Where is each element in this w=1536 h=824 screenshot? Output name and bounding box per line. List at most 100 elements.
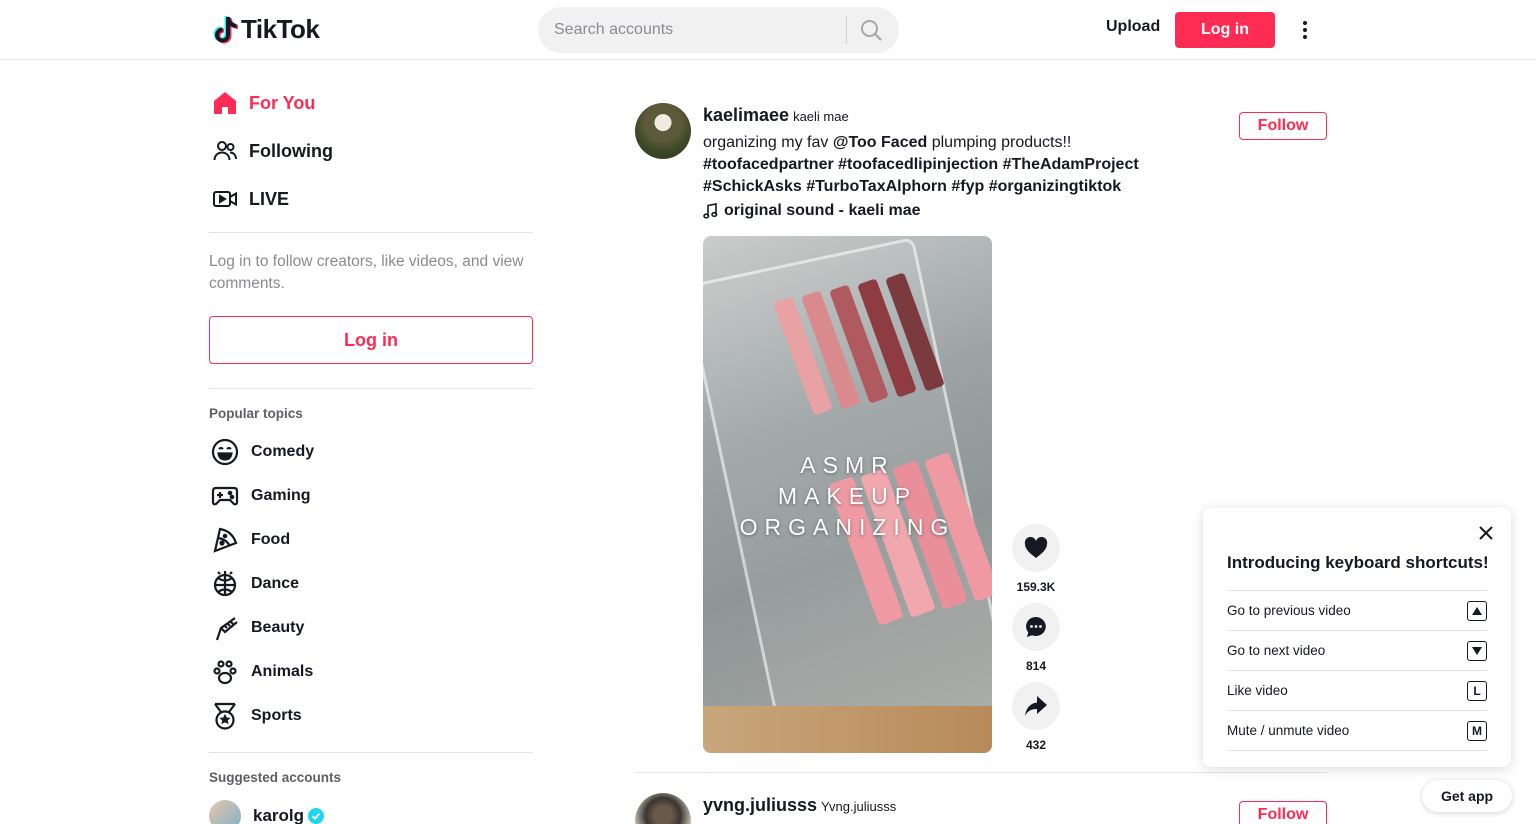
sidebar-divider — [209, 388, 533, 389]
get-app-button[interactable]: Get app — [1422, 780, 1512, 812]
comment-action[interactable]: 814 — [1012, 603, 1060, 673]
music-title: original sound - kaeli mae — [724, 202, 921, 219]
more-menu-button[interactable] — [1294, 18, 1316, 42]
upload-button[interactable]: Upload — [1098, 16, 1168, 38]
shortcut-label: Like video — [1227, 683, 1288, 698]
author-avatar[interactable] — [635, 103, 691, 159]
sidebar: For You Following LIVE Log in to follow … — [209, 60, 533, 824]
topic-label: Comedy — [251, 443, 315, 460]
animals-icon — [209, 656, 241, 688]
topic-sports[interactable]: Sports — [209, 698, 302, 734]
close-icon — [1479, 526, 1493, 540]
popular-topics-title: Popular topics — [209, 406, 303, 421]
share-action[interactable]: 432 — [1012, 682, 1060, 752]
author-username: kaelimaee — [703, 105, 790, 125]
follow-button[interactable]: Follow — [1239, 801, 1327, 824]
tiktok-logo[interactable]: TikTok — [212, 14, 320, 45]
verified-badge-icon — [308, 808, 325, 824]
account-name: karolg — [253, 806, 305, 824]
author-nickname: Yvng.juliusss — [821, 799, 897, 814]
hashtag-link[interactable]: #organizingtiktok — [989, 178, 1121, 195]
login-hint-text: Log in to follow creators, like videos, … — [209, 253, 524, 292]
keyboard-shortcuts-panel: Introducing keyboard shortcuts! Go to pr… — [1203, 508, 1511, 767]
gaming-icon — [209, 480, 241, 512]
mention-link[interactable]: @Too Faced — [833, 134, 927, 151]
hashtag-link[interactable]: #toofacedpartner — [703, 156, 834, 173]
arrow-down-key-icon — [1467, 640, 1487, 661]
overlay-line: MAKEUP — [777, 483, 918, 509]
avatar — [209, 800, 241, 824]
search-bar — [538, 7, 899, 53]
hashtag-link[interactable]: #SchickAsks — [703, 178, 802, 195]
suggested-account-karolg[interactable]: karolg — [209, 800, 325, 824]
search-divider — [846, 16, 847, 44]
topic-label: Gaming — [251, 487, 311, 504]
suggested-accounts-title: Suggested accounts — [209, 770, 342, 785]
author-nickname: kaeli mae — [793, 109, 849, 124]
search-icon — [861, 20, 882, 41]
comment-icon — [1026, 616, 1046, 637]
share-count: 432 — [1025, 738, 1047, 752]
like-action[interactable]: 159.3K — [1012, 524, 1060, 594]
arrow-up-key-icon — [1467, 600, 1487, 621]
home-icon — [209, 87, 241, 119]
topic-dance[interactable]: Dance — [209, 566, 299, 602]
dance-icon — [209, 568, 241, 600]
video-overlay-text: ASMR MAKEUP ORGANIZING — [703, 450, 992, 543]
search-button[interactable] — [856, 16, 886, 44]
caption-text: plumping products!! — [927, 134, 1072, 151]
sports-icon — [209, 700, 241, 732]
nav-live[interactable]: LIVE — [209, 179, 289, 219]
hashtag-link[interactable]: #toofacedlipinjection — [838, 156, 998, 173]
author-info[interactable]: yvng.juliusss Yvng.juliusss — [703, 795, 896, 816]
music-link[interactable]: original sound - kaeli mae — [703, 202, 921, 220]
comment-button[interactable] — [1012, 603, 1060, 651]
shortcut-label: Mute / unmute video — [1227, 723, 1350, 738]
topic-label: Food — [251, 531, 291, 548]
shortcut-row: Like video L — [1227, 670, 1487, 710]
hashtag-link[interactable]: #fyp — [951, 178, 984, 195]
more-vertical-icon — [1303, 21, 1307, 39]
shortcut-key: M — [1467, 720, 1487, 741]
heart-icon — [1024, 537, 1048, 558]
top-header: TikTok Upload Log in — [0, 0, 1536, 60]
shortcut-label: Go to next video — [1227, 643, 1326, 658]
topic-beauty[interactable]: Beauty — [209, 610, 304, 646]
keyboard-panel-title: Introducing keyboard shortcuts! — [1227, 553, 1489, 572]
logo-text: TikTok — [241, 14, 320, 44]
author-info[interactable]: kaelimaee kaeli mae — [703, 105, 849, 126]
topic-gaming[interactable]: Gaming — [209, 478, 311, 514]
sidebar-divider — [209, 752, 533, 753]
share-button[interactable] — [1012, 682, 1060, 730]
video-scene — [703, 706, 992, 753]
close-button[interactable] — [1476, 523, 1496, 543]
share-icon — [1025, 696, 1047, 716]
author-username: yvng.juliusss — [703, 795, 818, 815]
like-button[interactable] — [1012, 524, 1060, 572]
hashtag-link[interactable]: #TheAdamProject — [1003, 156, 1139, 173]
overlay-line: ORGANIZING — [739, 514, 956, 540]
video-post: yvng.juliusss Yvng.juliusss Follow — [635, 793, 1327, 824]
like-count: 159.3K — [1016, 580, 1056, 594]
tiktok-note-icon — [213, 15, 238, 43]
follow-button[interactable]: Follow — [1239, 112, 1327, 140]
live-icon — [209, 183, 241, 215]
search-input[interactable] — [554, 7, 844, 53]
nav-for-you[interactable]: For You — [209, 83, 315, 123]
music-note-icon — [703, 203, 718, 219]
sidebar-login-button[interactable]: Log in — [209, 316, 533, 364]
topic-animals[interactable]: Animals — [209, 654, 313, 690]
nav-following-label: Following — [249, 140, 333, 161]
topic-comedy[interactable]: Comedy — [209, 434, 314, 470]
nav-following[interactable]: Following — [209, 131, 333, 171]
topic-food[interactable]: Food — [209, 522, 290, 558]
shortcut-row: Go to previous video — [1227, 590, 1487, 630]
header-login-button[interactable]: Log in — [1175, 12, 1275, 48]
video-player[interactable]: ASMR MAKEUP ORGANIZING — [703, 236, 992, 753]
author-avatar[interactable] — [635, 793, 691, 824]
hashtag-link[interactable]: #TurboTaxAlphorn — [806, 178, 947, 195]
sidebar-divider — [209, 232, 533, 233]
topic-label: Animals — [251, 663, 314, 680]
comedy-icon — [209, 436, 241, 468]
people-icon — [209, 135, 241, 167]
